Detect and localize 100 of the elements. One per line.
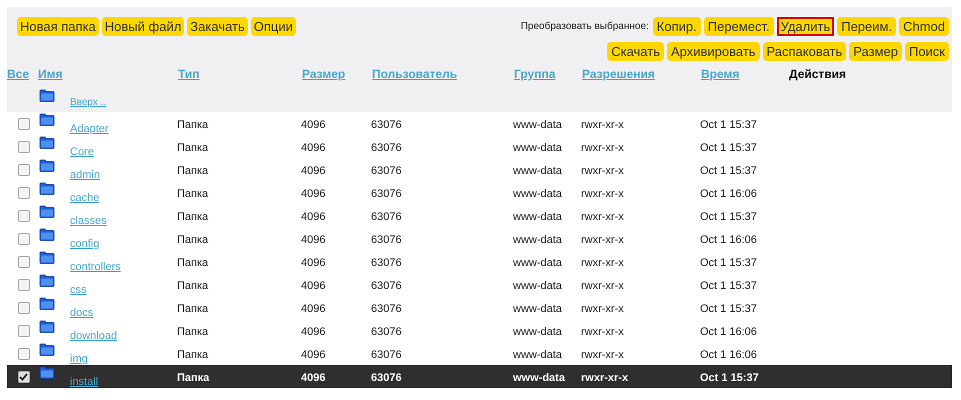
size-cell: 4096 (301, 234, 326, 246)
action-button[interactable]: Размер (849, 42, 902, 61)
time-cell: Oct 1 15:37 (700, 372, 759, 384)
row-checkbox[interactable] (18, 118, 30, 130)
time-cell: Oct 1 16:06 (700, 234, 757, 246)
action-button[interactable]: Удалить (776, 17, 834, 36)
type-cell: Папка (177, 164, 208, 176)
toolbar-button[interactable]: Новая папка (17, 17, 99, 36)
row-checkbox[interactable] (18, 232, 30, 244)
permissions-cell: rwxr-xr-x (581, 234, 624, 246)
row-checkbox[interactable] (18, 302, 30, 314)
row-checkbox[interactable] (18, 370, 30, 382)
size-cell: 4096 (301, 188, 326, 200)
time-cell: Oct 1 15:37 (700, 256, 757, 268)
column-header: Действия (789, 67, 846, 81)
permissions-cell: rwxr-xr-x (581, 280, 624, 292)
action-button[interactable]: Распаковать (762, 42, 846, 61)
action-button[interactable]: Chmod (899, 17, 949, 36)
group-cell: www-data (513, 280, 562, 292)
group-cell: www-data (513, 372, 565, 384)
folder-icon (39, 89, 55, 102)
row-checkbox[interactable] (18, 256, 30, 268)
user-cell: 63076 (371, 210, 402, 222)
time-cell: Oct 1 15:37 (700, 210, 757, 222)
user-cell: 63076 (371, 118, 402, 130)
group-cell: www-data (513, 302, 562, 314)
toolbar-button[interactable]: Закачать (187, 17, 248, 36)
action-button[interactable]: Переим. (837, 17, 896, 36)
folder-icon (39, 251, 55, 264)
action-button[interactable]: Перемест. (704, 17, 774, 36)
permissions-cell: rwxr-xr-x (581, 118, 624, 130)
row-checkbox[interactable] (18, 348, 30, 360)
folder-icon (39, 205, 55, 218)
row-checkbox[interactable] (18, 186, 30, 198)
type-cell: Папка (177, 326, 208, 338)
type-cell: Папка (177, 210, 208, 222)
row-checkbox[interactable] (18, 278, 30, 290)
size-cell: 4096 (301, 372, 326, 384)
group-cell: www-data (513, 256, 562, 268)
group-cell: www-data (513, 188, 562, 200)
folder-icon (39, 343, 55, 356)
time-cell: Oct 1 15:37 (700, 280, 757, 292)
time-cell: Oct 1 15:37 (700, 118, 757, 130)
folder-icon (39, 159, 55, 172)
type-cell: Папка (177, 142, 208, 154)
type-cell: Папка (177, 118, 208, 130)
folder-icon (39, 320, 55, 333)
type-cell: Папка (177, 234, 208, 246)
type-cell: Папка (177, 188, 208, 200)
folder-name-link[interactable]: install (70, 376, 98, 388)
toolbar-button[interactable]: Новый файл (102, 17, 184, 36)
folder-icon (39, 274, 55, 287)
action-button[interactable]: Архивировать (666, 42, 760, 61)
group-cell: www-data (513, 142, 562, 154)
folder-icon (39, 182, 55, 195)
permissions-cell: rwxr-xr-x (581, 302, 624, 314)
user-cell: 63076 (371, 142, 402, 154)
user-cell: 63076 (371, 256, 402, 268)
group-cell: www-data (513, 210, 562, 222)
row-checkbox[interactable] (18, 324, 30, 336)
type-cell: Папка (177, 280, 208, 292)
type-cell: Папка (177, 372, 210, 384)
user-cell: 63076 (371, 372, 402, 384)
time-cell: Oct 1 16:06 (700, 188, 757, 200)
toolbar-button[interactable]: Опции (250, 17, 296, 36)
size-cell: 4096 (301, 326, 326, 338)
action-button[interactable]: Скачать (607, 42, 664, 61)
action-button[interactable]: Копир. (652, 17, 701, 36)
time-cell: Oct 1 15:37 (700, 164, 757, 176)
time-cell: Oct 1 15:37 (700, 302, 757, 314)
type-cell: Папка (177, 348, 208, 360)
size-cell: 4096 (301, 302, 326, 314)
permissions-cell: rwxr-xr-x (581, 142, 624, 154)
row-checkbox[interactable] (18, 140, 30, 152)
permissions-cell: rwxr-xr-x (581, 188, 624, 200)
folder-icon (39, 228, 55, 241)
size-cell: 4096 (301, 280, 326, 292)
size-cell: 4096 (301, 210, 326, 222)
folder-icon (39, 113, 55, 126)
folder-icon (39, 136, 55, 149)
user-cell: 63076 (371, 302, 402, 314)
size-cell: 4096 (301, 118, 326, 130)
permissions-cell: rwxr-xr-x (581, 326, 624, 338)
row-checkbox[interactable] (18, 164, 30, 176)
user-cell: 63076 (371, 280, 402, 292)
user-cell: 63076 (371, 234, 402, 246)
user-cell: 63076 (371, 164, 402, 176)
file-row[interactable]: install Папка 4096 63076 www-data rwxr-xr-x Oct 1 15:37 (7, 365, 952, 388)
row-checkbox[interactable] (18, 210, 30, 222)
time-cell: Oct 1 16:06 (700, 348, 757, 360)
folder-icon (39, 366, 55, 379)
size-cell: 4096 (301, 142, 326, 154)
group-cell: www-data (513, 118, 562, 130)
action-button[interactable]: Поиск (904, 42, 949, 61)
bulk-actions-label: Преобразовать выбранное: (520, 20, 649, 34)
permissions-cell: rwxr-xr-x (581, 256, 624, 268)
size-cell: 4096 (301, 256, 326, 268)
user-cell: 63076 (371, 348, 402, 360)
permissions-cell: rwxr-xr-x (581, 164, 624, 176)
time-cell: Oct 1 15:37 (700, 142, 757, 154)
